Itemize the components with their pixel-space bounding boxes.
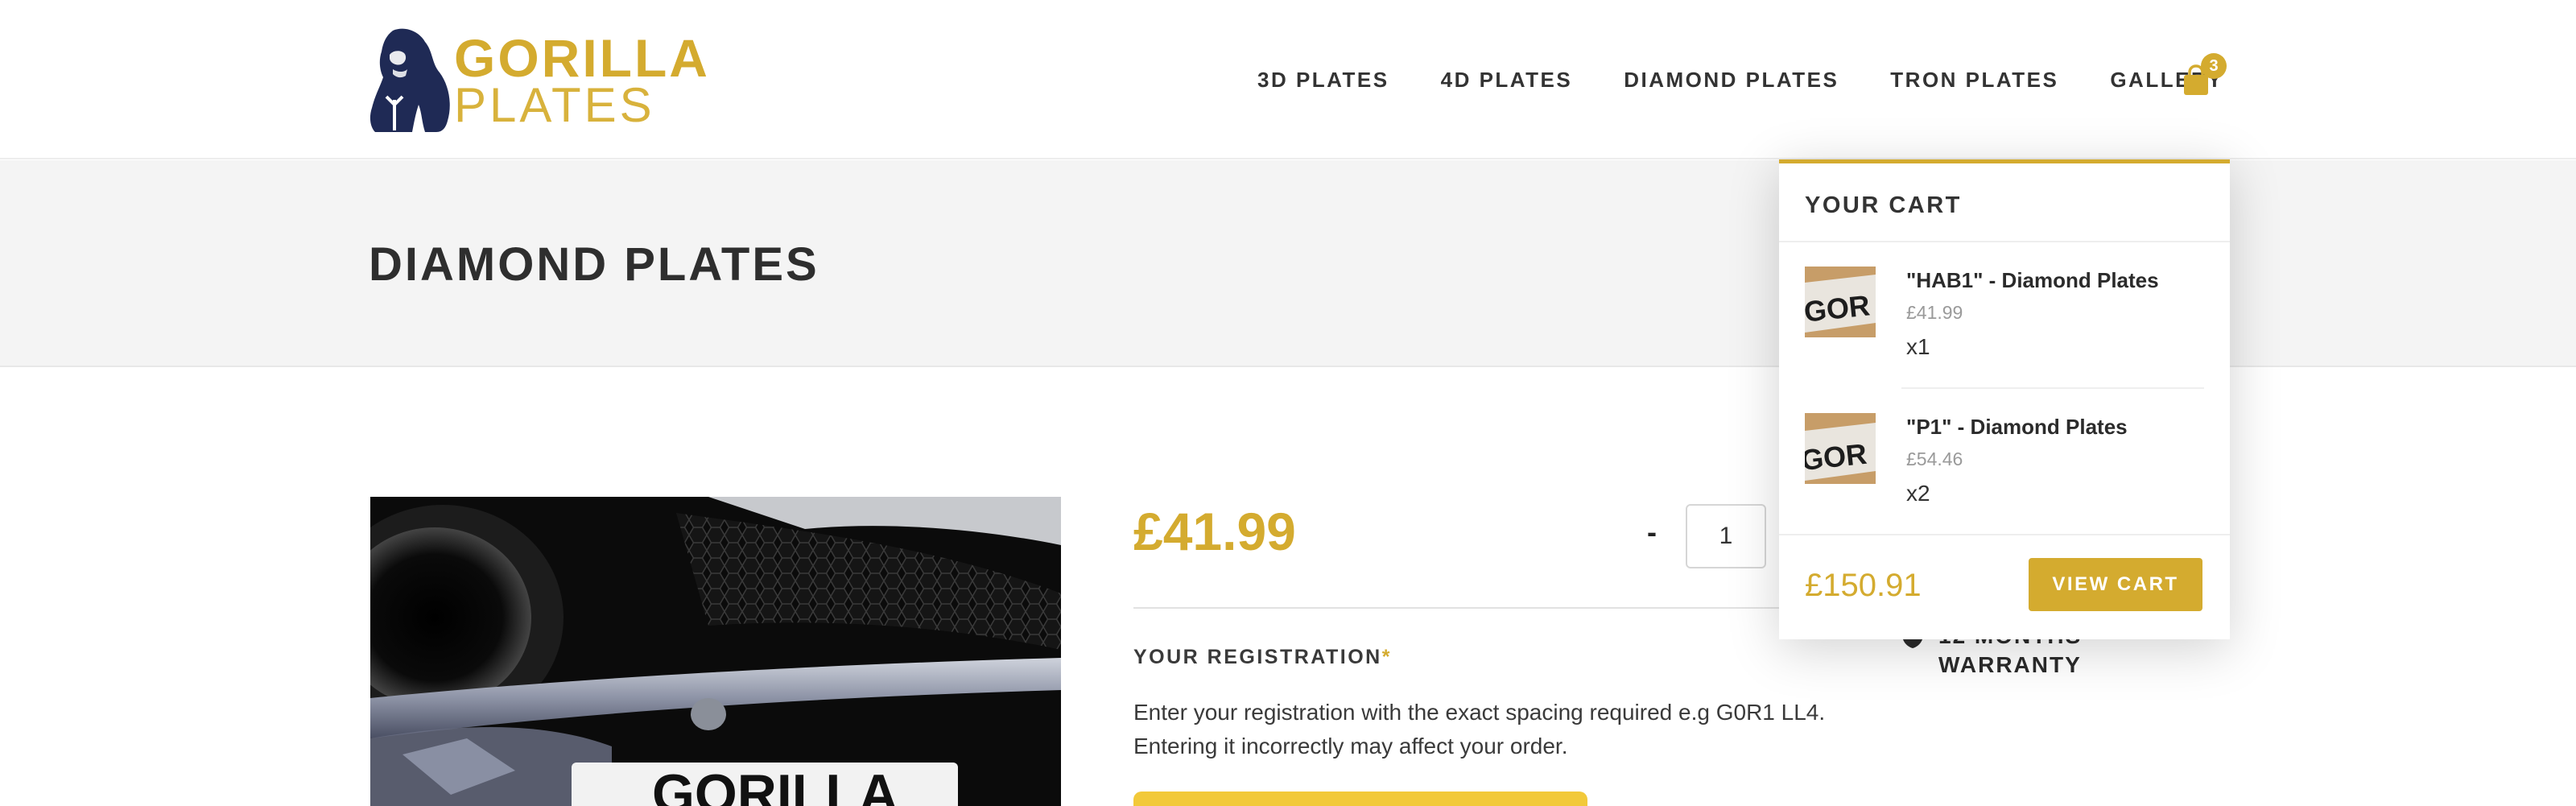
registration-input[interactable] xyxy=(1133,792,1587,806)
cart-total: £150.91 xyxy=(1805,568,1922,603)
quantity-input[interactable] xyxy=(1686,504,1766,568)
cart-count-badge: 3 xyxy=(2201,53,2227,79)
registration-label: YOUR REGISTRATION* xyxy=(1133,646,1392,668)
cart-header-divider xyxy=(1779,241,2230,242)
cart-item-price: £54.46 xyxy=(1906,448,1963,469)
brand-logo[interactable]: GORILLA PLATES xyxy=(369,26,708,134)
cart-item-thumbnail: GOR xyxy=(1805,267,1876,337)
cart-item[interactable]: GOR "P1" - Diamond Plates £54.46 x2 xyxy=(1805,413,2204,526)
cart-item-quantity: x2 xyxy=(1906,481,1930,506)
nav-item-4d-plates[interactable]: 4D PLATES xyxy=(1441,68,1573,93)
cart-item-quantity: x1 xyxy=(1906,334,1930,359)
warranty-line2: WARRANTY xyxy=(1938,652,2082,677)
required-mark: * xyxy=(1381,646,1392,668)
svg-text:GOR: GOR xyxy=(1805,288,1872,328)
svg-text:GORILLA: GORILLA xyxy=(652,763,898,806)
nav-item-3d-plates[interactable]: 3D PLATES xyxy=(1257,68,1389,93)
registration-help-text: Enter your registration with the exact s… xyxy=(1133,700,1826,758)
site-header: GORILLA PLATES 3D PLATES 4D PLATES DIAMO… xyxy=(0,0,2576,159)
product-photo: GORILLA xyxy=(370,497,1061,806)
cart-item-name[interactable]: "P1" - Diamond Plates xyxy=(1906,415,2128,440)
cart-dropdown: YOUR CART GOR "HAB1" - Diamond Plates £4… xyxy=(1779,159,2230,639)
quantity-decrease-button[interactable]: - xyxy=(1647,515,1657,549)
cart-item-divider xyxy=(1901,387,2204,389)
cart-footer-divider xyxy=(1779,534,2230,535)
brand-name-line2: PLATES xyxy=(454,77,655,132)
cart-item-thumbnail: GOR xyxy=(1805,413,1876,484)
product-price: £41.99 xyxy=(1133,502,1296,561)
nav-item-diamond-plates[interactable]: DIAMOND PLATES xyxy=(1624,68,1839,93)
divider xyxy=(1133,607,1858,609)
cart-item[interactable]: GOR "HAB1" - Diamond Plates £41.99 x1 xyxy=(1805,267,2204,379)
cart-heading: YOUR CART xyxy=(1805,192,1962,218)
nav-item-tron-plates[interactable]: TRON PLATES xyxy=(1890,68,2058,93)
gorilla-logo-icon xyxy=(369,28,450,133)
brand-name-line1: GORILLA xyxy=(454,28,710,88)
product-image[interactable]: GORILLA xyxy=(370,497,1061,806)
svg-text:GOR: GOR xyxy=(1805,437,1868,477)
page-title: DIAMOND PLATES xyxy=(369,238,819,291)
cart-item-name[interactable]: "HAB1" - Diamond Plates xyxy=(1906,268,2159,293)
cart-item-price: £41.99 xyxy=(1906,302,1963,323)
main-nav: 3D PLATES 4D PLATES DIAMOND PLATES TRON … xyxy=(1257,68,2275,93)
view-cart-button[interactable]: VIEW CART xyxy=(2029,558,2202,611)
